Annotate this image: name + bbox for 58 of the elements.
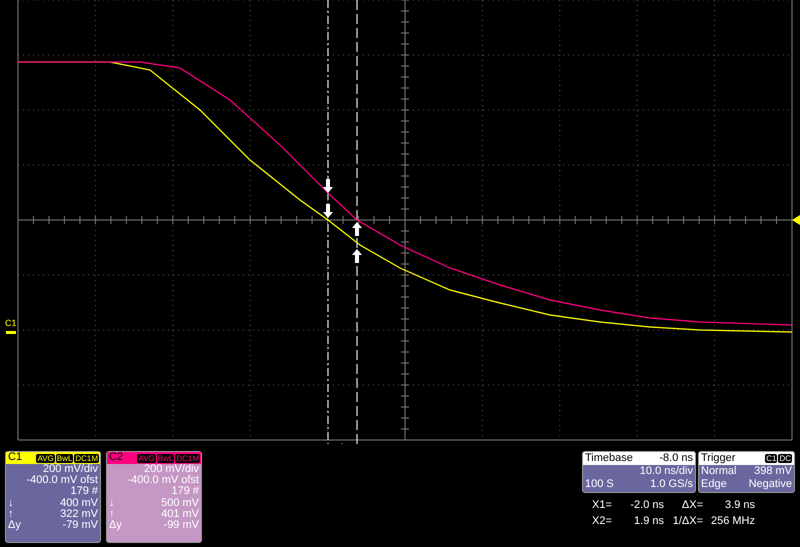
cursor-label: ΔX=: [680, 498, 703, 513]
sweep-count: 179 #: [170, 486, 199, 498]
readout-value: 401 mV: [161, 508, 199, 520]
timebase-scale: 10.0 ns/div: [638, 465, 694, 478]
cursor-label: X1=: [592, 498, 613, 513]
cursor-value: 256 MHz: [710, 514, 755, 529]
channel-offset: -400.0 mV ofst: [126, 475, 199, 486]
channel-tag: DC1M: [175, 454, 200, 462]
trigger-slope: Negative: [748, 478, 792, 491]
readout-label: ↓: [8, 498, 14, 509]
cursor-value: 3.9 ns: [724, 498, 755, 513]
trigger-coupling: DC: [778, 454, 792, 463]
readout-value: -99 mV: [164, 520, 199, 532]
timebase-panel[interactable]: Timebase -8.0 ns 10.0 ns/div 100 S 1.0 GS/s: [582, 451, 696, 493]
readout-label: Δy: [109, 520, 122, 532]
timebase-delay: -8.0 ns: [659, 452, 693, 465]
timebase-title: Timebase: [585, 452, 633, 465]
channel-panel[interactable]: C2 AVG BwL DC1M 200 mV/div -400.0 mV ofst 179 # ↓ 500 mV ↑ 401 mV Δy -99 mV: [106, 451, 202, 543]
readout-value: -79 mV: [62, 520, 98, 532]
readout-value: 322 mV: [60, 508, 98, 520]
arrow-icon: [323, 179, 333, 193]
readout-label: Δy: [8, 520, 21, 532]
channel-tag: BwL: [56, 454, 74, 462]
channel-offset: -400.0 mV ofst: [25, 475, 98, 486]
readout-value: 400 mV: [60, 498, 98, 509]
trigger-title: Trigger: [701, 452, 736, 465]
readout-label: ↑: [109, 508, 114, 520]
trigger-panel[interactable]: Trigger C1 DC Normal 398 mV Edge Negative: [698, 451, 795, 493]
channel-tag: AVG: [36, 454, 55, 462]
channel-name: C2: [109, 452, 124, 464]
channel-scale: 200 mV/div: [42, 464, 98, 475]
channel-name: C1: [8, 452, 22, 464]
channel-panel[interactable]: C1 AVG BwL DC1M 200 mV/div -400.0 mV ofst 179 # ↓ 400 mV ↑ 322 mV Δy -79 mV: [5, 451, 101, 543]
trigger-type: Edge: [701, 478, 727, 491]
trigger-source: C1: [765, 454, 778, 463]
cursor-label: X2=: [592, 514, 613, 529]
channel-scale: 200 mV/div: [142, 464, 199, 475]
trigger-mode: Normal: [701, 465, 736, 478]
readout-value: 500 mV: [161, 498, 199, 509]
sample-count: 100 S: [585, 478, 614, 491]
trigger-level-marker-icon[interactable]: [792, 215, 800, 225]
channel-tag: DC1M: [74, 454, 99, 462]
cursor-value: 1.9 ns: [633, 514, 664, 529]
cursor-label: 1/ΔX=: [672, 514, 703, 529]
sample-rate: 1.0 GS/s: [650, 478, 693, 491]
trigger-level: 398 mV: [754, 465, 792, 478]
sweep-count: 179 #: [69, 486, 98, 498]
arrow-icon: [323, 204, 333, 218]
channel-tag: AVG: [137, 454, 156, 462]
arrow-icon: [352, 249, 362, 263]
channel-tag: BwL: [156, 454, 174, 462]
cursor-value: -2.0 ns: [629, 498, 664, 513]
readout-label: ↑: [8, 508, 14, 520]
cursor-line[interactable]: [356, 0, 358, 444]
arrow-icon: [352, 222, 362, 236]
readout-label: ↓: [109, 498, 114, 509]
ground-marker-label: C1: [5, 318, 17, 328]
ground-marker-icon[interactable]: [6, 331, 16, 334]
